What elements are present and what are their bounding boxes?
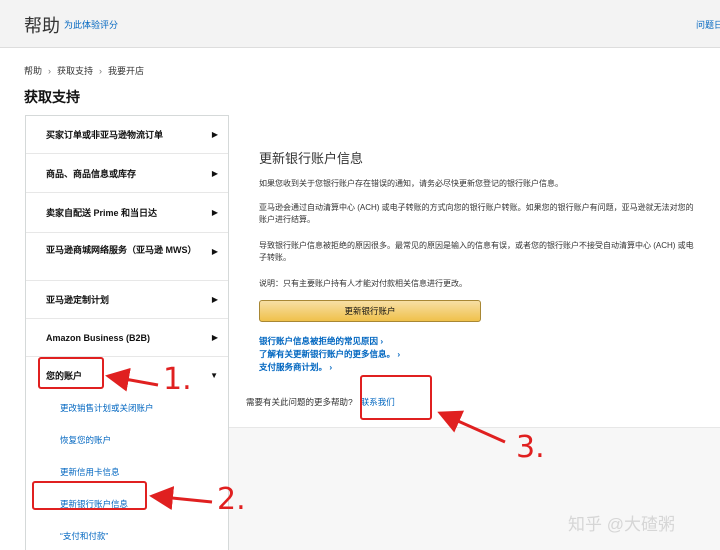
sub-item-label: 恢复您的账户 bbox=[60, 435, 112, 445]
sub-item-payments[interactable]: “支付和付款” bbox=[26, 520, 228, 550]
article-paragraph: 导致银行账户信息被拒绝的原因很多。最常见的原因是输入的信息有误，或者您的银行账户… bbox=[259, 241, 694, 262]
sub-item-label: 更改销售计划或关闭账户 bbox=[60, 403, 154, 413]
article-paragraph: 亚马逊会通过自动清算中心 (ACH) 或电子转账的方式向您的银行账户转账。如果您… bbox=[259, 203, 694, 224]
article-paragraph: 如果您收到关于您银行账户存在错误的通知，请务必尽快更新您登记的银行账户信息。 bbox=[259, 179, 563, 188]
annotation-step-1: 1. bbox=[163, 362, 192, 397]
annotation-step-3: 3. bbox=[516, 430, 545, 465]
caret-right-icon: ▶ bbox=[211, 247, 218, 256]
breadcrumb-get-support[interactable]: 获取支持 bbox=[57, 66, 93, 76]
chevron-right-icon: › bbox=[48, 66, 52, 76]
caret-right-icon: ▶ bbox=[211, 295, 218, 304]
sidebar-item-custom[interactable]: 亚马逊定制计划 ▶ bbox=[26, 281, 228, 319]
annotation-box-contact-us bbox=[360, 375, 432, 420]
article-paragraph: 说明：只有主要账户持有人才能对付款相关信息进行更改。 bbox=[259, 279, 467, 288]
page-title: 获取支持 bbox=[24, 89, 80, 105]
sidebar-item-label: 卖家自配送 Prime 和当日达 bbox=[46, 208, 158, 218]
update-bank-account-button[interactable]: 更新银行账户 bbox=[259, 300, 481, 322]
learn-more-link[interactable]: 了解有关更新银行账户的更多信息。 › bbox=[259, 348, 400, 360]
annotation-box-your-account bbox=[38, 357, 104, 389]
annotation-box-update-bank bbox=[32, 481, 147, 510]
sidebar-item-mws[interactable]: 亚马逊商城网络服务（亚马逊 MWS） ▶ bbox=[26, 233, 228, 281]
article-title: 更新银行账户信息 bbox=[259, 151, 364, 166]
breadcrumb-current: 我要开店 bbox=[108, 66, 145, 76]
more-help-question: 需要有关此问题的更多帮助? bbox=[246, 397, 353, 407]
caret-right-icon: ▶ bbox=[211, 208, 218, 217]
sidebar-item-label: 商品、商品信息或库存 bbox=[46, 169, 137, 179]
sub-item-label: “支付和付款” bbox=[60, 531, 109, 541]
sidebar-item-seller-prime[interactable]: 卖家自配送 Prime 和当日达 ▶ bbox=[26, 193, 228, 233]
sidebar-item-listings[interactable]: 商品、商品信息或库存 ▶ bbox=[26, 154, 228, 193]
sidebar-item-buyer-orders[interactable]: 买家订单或非亚马逊物流订单 ▶ bbox=[26, 116, 228, 154]
help-title: 帮助 bbox=[24, 16, 60, 36]
annotation-step-2: 2. bbox=[217, 482, 246, 517]
help-header: 帮助 为此体验评分 问题日 bbox=[0, 0, 720, 48]
breadcrumb: 帮助 › 获取支持 › 我要开店 bbox=[24, 64, 144, 77]
article-panel: 更新银行账户信息 如果您收到关于您银行账户存在错误的通知，请务必尽快更新您登记的… bbox=[229, 115, 720, 428]
rejection-reasons-link[interactable]: 银行账户信息被拒绝的常见原因 › bbox=[259, 335, 383, 347]
sidebar-item-label: 亚马逊定制计划 bbox=[46, 295, 110, 305]
sidebar-item-label: 买家订单或非亚马逊物流订单 bbox=[46, 130, 164, 140]
breadcrumb-help[interactable]: 帮助 bbox=[24, 66, 42, 76]
question-log-link[interactable]: 问题日 bbox=[696, 18, 720, 31]
rate-experience-link[interactable]: 为此体验评分 bbox=[64, 18, 118, 31]
chevron-right-icon: › bbox=[99, 66, 103, 76]
sub-item-change-plan[interactable]: 更改销售计划或关闭账户 bbox=[26, 392, 228, 424]
payment-provider-link[interactable]: 支付服务商计划。 › bbox=[259, 361, 332, 373]
watermark: 知乎 @大碴粥 bbox=[568, 515, 675, 534]
sidebar-item-label: 亚马逊商城网络服务（亚马逊 MWS） bbox=[46, 245, 197, 255]
caret-right-icon: ▶ bbox=[211, 169, 218, 178]
caret-right-icon: ▶ bbox=[211, 333, 218, 342]
sub-item-restore-account[interactable]: 恢复您的账户 bbox=[26, 424, 228, 456]
sub-item-label: 更新信用卡信息 bbox=[60, 467, 120, 477]
caret-right-icon: ▶ bbox=[211, 130, 218, 139]
sidebar-item-label: Amazon Business (B2B) bbox=[46, 333, 151, 343]
caret-down-icon: ▼ bbox=[210, 371, 218, 380]
sidebar-item-business[interactable]: Amazon Business (B2B) ▶ bbox=[26, 319, 228, 357]
